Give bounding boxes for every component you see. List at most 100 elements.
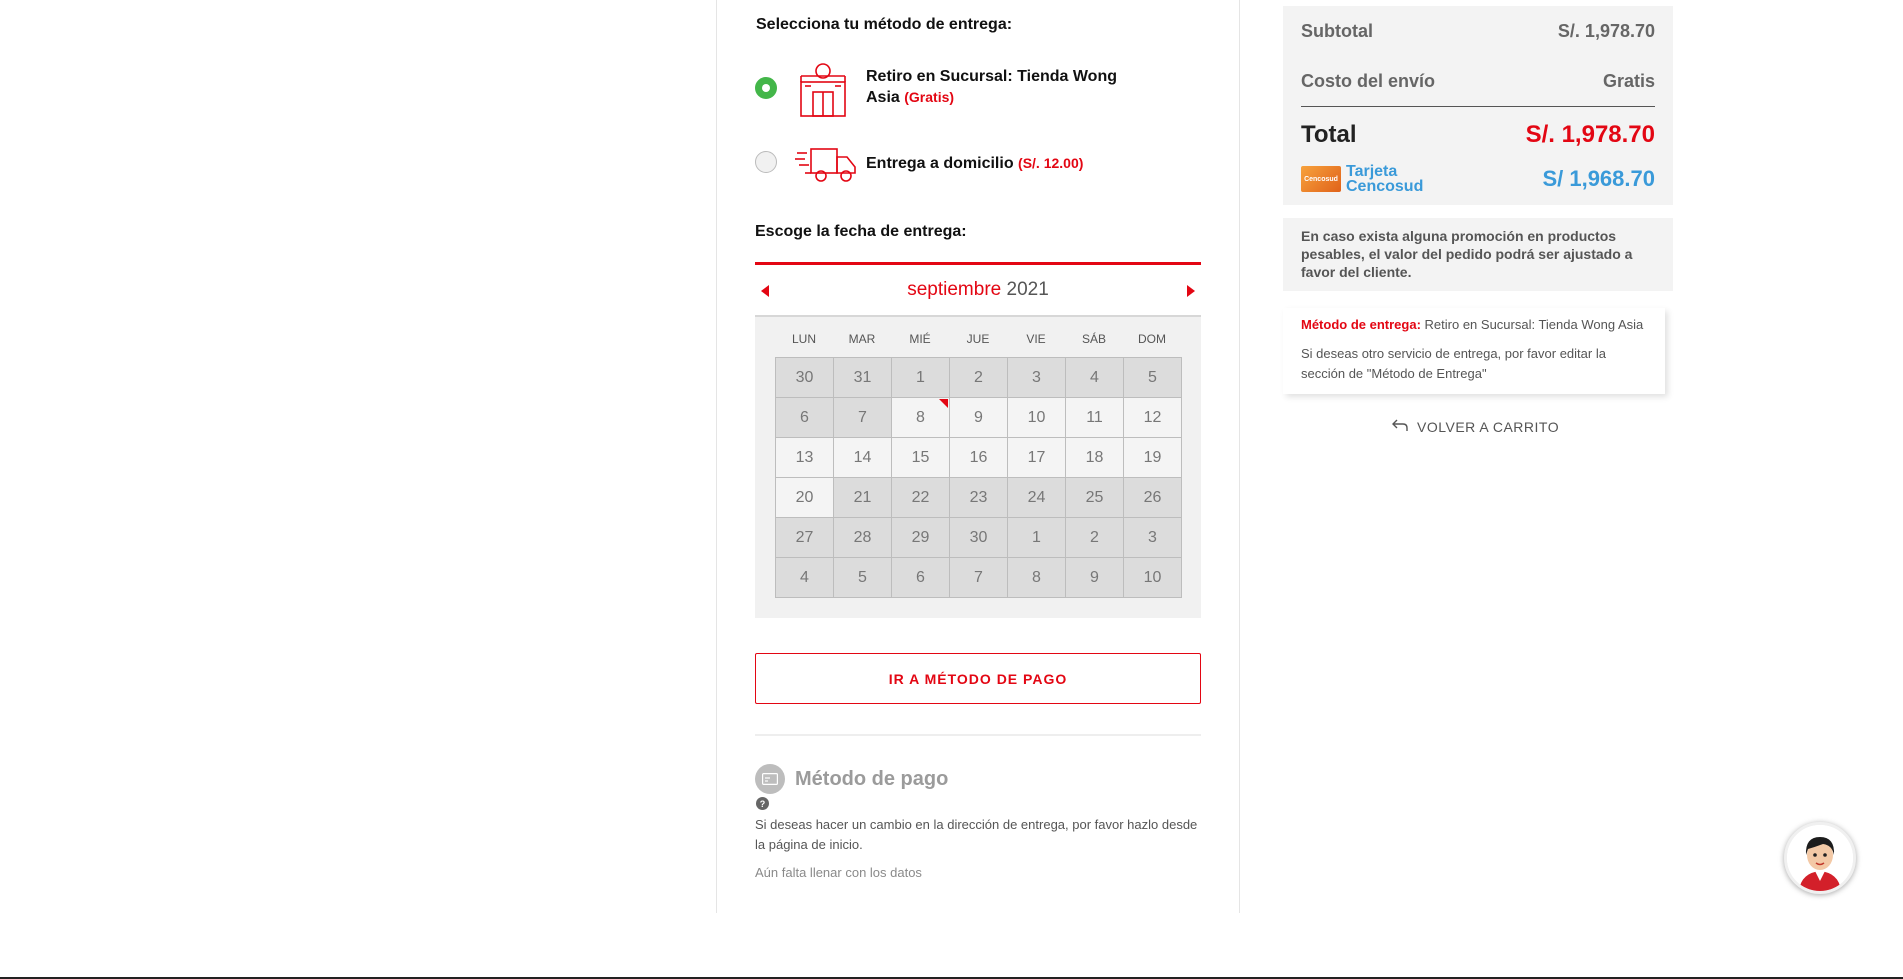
calendar-day[interactable]: 12 [1123, 397, 1182, 438]
section-divider [755, 734, 1201, 736]
calendar-day: 4 [775, 557, 834, 598]
radio-home[interactable] [755, 151, 777, 173]
calendar-day[interactable]: 10 [1007, 397, 1066, 438]
shipping-row: Costo del envío Gratis [1301, 71, 1655, 92]
calendar-year: 2021 [1006, 279, 1049, 300]
weekday-label: JUE [966, 332, 990, 346]
payment-method-title: Método de pago [795, 768, 949, 790]
calendar-day: 4 [1065, 357, 1124, 398]
delivery-method-value: Retiro en Sucursal: Tienda Wong Asia [1424, 317, 1644, 332]
calendar-day: 5 [833, 557, 892, 598]
calendar-day[interactable]: 18 [1065, 437, 1124, 478]
calendar-day[interactable]: 9 [949, 397, 1008, 438]
back-to-cart-label: VOLVER A CARRITO [1417, 418, 1560, 435]
calendar-day: 1 [891, 357, 950, 398]
calendar-day: 28 [833, 517, 892, 558]
calendar-header: septiembre 2021 [755, 265, 1201, 317]
calendar-day: 30 [775, 357, 834, 398]
delivery-option-store[interactable]: Retiro en Sucursal: Tienda Wong Asia (Gr… [755, 60, 1201, 120]
calendar-day: 8 [1007, 557, 1066, 598]
next-month-icon[interactable] [1187, 285, 1195, 297]
calendar-day: 6 [891, 557, 950, 598]
calendar-day[interactable]: 17 [1007, 437, 1066, 478]
shipping-value: Gratis [1602, 71, 1655, 91]
calendar-day[interactable]: 20 [775, 477, 834, 518]
delivery-option-home-text: Entrega a domicilio (S/. 12.00) [866, 153, 1146, 174]
calendar-day: 26 [1123, 477, 1182, 518]
delivery-method-info: Método de entrega: Retiro en Sucursal: T… [1283, 308, 1665, 394]
subtotal-row: Subtotal S/. 1,978.70 [1301, 21, 1655, 42]
chat-assistant-avatar[interactable] [1784, 822, 1856, 894]
card-price-row: Cencosud Tarjeta Cencosud S/ 1,968.70 [1301, 161, 1655, 197]
subtotal-label: Subtotal [1301, 21, 1373, 41]
delivery-method-label: Método de entrega: [1301, 317, 1421, 332]
back-to-cart-link[interactable]: VOLVER A CARRITO [1392, 418, 1559, 435]
calendar-day[interactable]: 15 [891, 437, 950, 478]
calendar-day: 7 [949, 557, 1008, 598]
delivery-option-store-text: Retiro en Sucursal: Tienda Wong Asia (Gr… [866, 66, 1146, 108]
weekday-label: DOM [1138, 332, 1166, 346]
weekday-label: VIE [1026, 332, 1046, 346]
calendar-day: 1 [1007, 517, 1066, 558]
calendar-day: 21 [833, 477, 892, 518]
summary-separator [1301, 106, 1655, 107]
calendar-day: 31 [833, 357, 892, 398]
calendar-day: 9 [1065, 557, 1124, 598]
calendar-day: 2 [1065, 517, 1124, 558]
store-icon [795, 62, 851, 123]
total-value: S/. 1,978.70 [1525, 121, 1655, 148]
delivery-option-store-price: (Gratis) [904, 89, 955, 105]
weekday-label: LUN [791, 332, 816, 346]
calendar-day: 6 [775, 397, 834, 438]
subtotal-value: S/. 1,978.70 [1557, 21, 1655, 41]
weekday-label: MAR [848, 332, 876, 346]
delivery-option-home[interactable]: Entrega a domicilio (S/. 12.00) [755, 140, 1201, 200]
card-label: Tarjeta Cencosud [1346, 163, 1424, 195]
calendar-day[interactable]: 13 [775, 437, 834, 478]
right-column-border [1239, 0, 1240, 913]
card-price-value: S/ 1,968.70 [1542, 166, 1655, 191]
calendar-day[interactable]: 8 [891, 397, 950, 438]
payment-note: Si deseas hacer un cambio en la direcció… [755, 817, 1198, 852]
payment-pending-text: Aún falta llenar con los datos [755, 865, 922, 880]
calendar-day: 24 [1007, 477, 1066, 518]
truck-icon [795, 145, 857, 190]
go-to-payment-button[interactable]: IR A MÉTODO DE PAGO [755, 653, 1201, 704]
delivery-option-home-label: Entrega a domicilio [866, 155, 1014, 172]
promo-note: En caso exista alguna promoción en produ… [1283, 218, 1673, 291]
calendar-weekdays: LUN MAR MIÉ JUE VIE SÁB DOM [775, 332, 1181, 346]
weekday-label: MIÉ [909, 332, 931, 346]
calendar-day: 29 [891, 517, 950, 558]
card-info: Cencosud Tarjeta Cencosud [1301, 163, 1436, 195]
calendar-grid: 30 31 1 2 3 4 5 6 7 8 9 10 11 12 13 14 15 16 17 18 19 20 21 22 2… [775, 357, 1182, 598]
calendar-day: 10 [1123, 557, 1182, 598]
calendar-day: 22 [891, 477, 950, 518]
delivery-date-heading: Escoge la fecha de entrega: [755, 223, 967, 240]
calendar-day: 27 [775, 517, 834, 558]
calendar-day[interactable]: 11 [1065, 397, 1124, 438]
calendar-day: 3 [1007, 357, 1066, 398]
total-label: Total [1301, 121, 1357, 148]
left-column-border [716, 0, 717, 913]
assistant-avatar-icon [1787, 825, 1853, 891]
radio-store-selected[interactable] [755, 77, 777, 99]
total-row: Total S/. 1,978.70 [1301, 121, 1655, 149]
return-arrow-icon [1392, 418, 1417, 435]
calendar-day: 7 [833, 397, 892, 438]
delivery-calendar: septiembre 2021 LUN MAR MIÉ JUE VIE SÁB DOM 30… [755, 262, 1201, 618]
calendar-day[interactable]: 19 [1123, 437, 1182, 478]
calendar-day: 3 [1123, 517, 1182, 558]
calendar-day: 25 [1065, 477, 1124, 518]
delivery-option-home-price: (S/. 12.00) [1018, 155, 1084, 171]
calendar-month: septiembre [907, 279, 1002, 300]
delivery-method-heading: Selecciona tu método de entrega: [756, 16, 1013, 33]
calendar-day[interactable]: 16 [949, 437, 1008, 478]
shipping-label: Costo del envío [1301, 71, 1436, 91]
delivery-method-hint: Si deseas otro servicio de entrega, por … [1301, 346, 1606, 381]
calendar-day[interactable]: 14 [833, 437, 892, 478]
calendar-day: 23 [949, 477, 1008, 518]
delivery-method-line: Método de entrega: Retiro en Sucursal: T… [1301, 315, 1647, 335]
order-summary: Subtotal S/. 1,978.70 Costo del envío Gr… [1283, 6, 1673, 205]
help-icon[interactable]: ? [756, 797, 769, 810]
calendar-day: 2 [949, 357, 1008, 398]
